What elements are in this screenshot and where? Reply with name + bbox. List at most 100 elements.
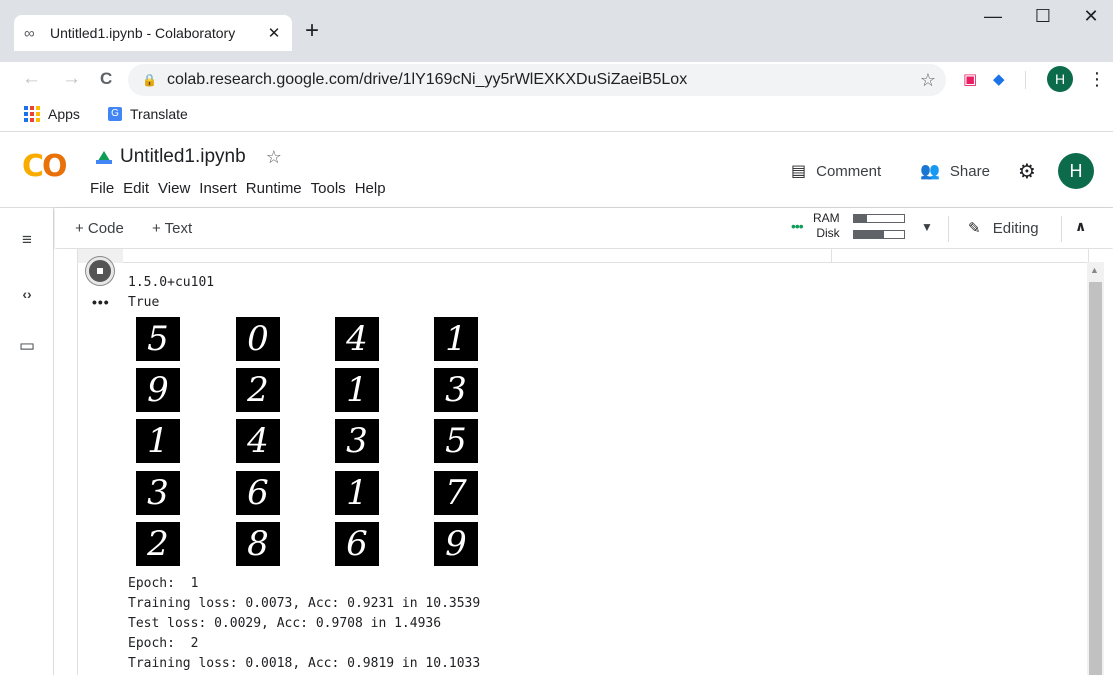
add-text-button[interactable]: + Text	[152, 220, 192, 237]
mnist-digit-image: 4	[335, 317, 379, 361]
editing-label: Editing	[992, 220, 1039, 237]
mnist-digit-image: 9	[434, 522, 478, 566]
colab-favicon-icon: ∞	[24, 24, 35, 42]
star-notebook-icon[interactable]: ☆	[266, 147, 282, 168]
extension-tv-icon[interactable]: ▣	[963, 70, 977, 90]
connected-status-icon: •••	[791, 218, 804, 234]
menu-help[interactable]: Help	[355, 180, 386, 197]
cell-split	[831, 249, 832, 263]
bookmark-translate-label: Translate	[130, 106, 188, 122]
settings-gear-icon[interactable]: ⚙	[1018, 159, 1036, 184]
notebook-toolbar: + Code + Text ••• RAM Disk ▼ ✎ Editing ∧	[55, 208, 1113, 248]
output-version: 1.5.0+cu101	[128, 275, 215, 290]
stop-cell-button[interactable]	[86, 257, 114, 285]
menu-tools[interactable]: Tools	[311, 180, 346, 197]
google-drive-icon	[96, 150, 112, 164]
menu-runtime[interactable]: Runtime	[246, 180, 302, 197]
forward-icon[interactable]: →	[62, 66, 81, 92]
notebook-title[interactable]: Untitled1.ipynb	[120, 146, 246, 168]
browser-profile-avatar[interactable]: H	[1047, 66, 1073, 92]
toolbar-divider	[1061, 216, 1062, 242]
log-line: Epoch: 1	[128, 576, 199, 591]
mnist-digit-image: 2	[236, 368, 280, 412]
table-of-contents-icon[interactable]: ≡	[0, 230, 54, 250]
left-sidebar: ≡ ‹› ▭	[0, 208, 54, 675]
notebook-area	[55, 249, 1113, 675]
mnist-digit-image: 7	[434, 471, 478, 515]
ram-usage-fill	[854, 215, 867, 222]
disk-usage-fill	[854, 231, 884, 238]
mnist-digit-image: 6	[236, 471, 280, 515]
close-window-button[interactable]: ✕	[1068, 6, 1113, 27]
colab-logo[interactable]: CO	[22, 149, 68, 184]
disk-usage-bar	[853, 230, 905, 239]
disk-label: Disk	[816, 226, 840, 240]
collapse-header-icon[interactable]: ∧	[1075, 218, 1086, 235]
bookmark-apps-label: Apps	[48, 106, 80, 122]
browser-toolbar: ← → C 🔒 colab.research.google.com/drive/…	[0, 62, 1113, 98]
browser-titlebar: ∞ Untitled1.ipynb - Colaboratory ✕ + — ☐…	[0, 0, 1113, 62]
add-code-button[interactable]: + Code	[75, 220, 124, 237]
mnist-digit-image: 4	[236, 419, 280, 463]
menu-view[interactable]: View	[158, 180, 190, 197]
mnist-digit-image: 5	[136, 317, 180, 361]
resource-labels: RAM Disk	[813, 211, 840, 241]
mnist-digit-image: 0	[236, 317, 280, 361]
apps-grid-icon	[24, 106, 40, 122]
share-button[interactable]: 👥 Share	[920, 161, 990, 181]
log-line: Epoch: 2	[128, 636, 199, 651]
comment-label: Comment	[816, 162, 882, 180]
mnist-digit-image: 9	[136, 368, 180, 412]
code-snippets-icon[interactable]: ‹›	[0, 286, 54, 302]
ram-label: RAM	[813, 211, 840, 225]
mnist-digit-image: 1	[335, 368, 379, 412]
ram-usage-bar	[853, 214, 905, 223]
browser-menu-icon[interactable]: ⋮	[1088, 66, 1106, 92]
browser-tab[interactable]: ∞ Untitled1.ipynb - Colaboratory ✕	[14, 15, 292, 51]
tab-title: Untitled1.ipynb - Colaboratory	[50, 25, 236, 41]
mnist-digit-image: 6	[335, 522, 379, 566]
pencil-icon: ✎	[968, 220, 981, 237]
log-line: Training loss: 0.0018, Acc: 0.9819 in 10…	[128, 656, 481, 671]
address-bar[interactable]: 🔒 colab.research.google.com/drive/1lY169…	[128, 64, 946, 96]
user-avatar[interactable]: H	[1058, 153, 1094, 189]
mnist-digit-image: 5	[434, 419, 478, 463]
menu-insert[interactable]: Insert	[199, 180, 237, 197]
colab-header: CO Untitled1.ipynb ☆ File Edit View Inse…	[0, 133, 1113, 208]
output-cuda: True	[128, 295, 160, 310]
mnist-digit-image: 1	[136, 419, 180, 463]
reload-icon[interactable]: C	[100, 66, 112, 92]
google-translate-icon: G	[108, 107, 122, 121]
scroll-up-arrow-icon[interactable]: ▲	[1090, 265, 1099, 275]
files-folder-icon[interactable]: ▭	[0, 336, 54, 356]
bookmark-apps[interactable]: Apps	[24, 106, 80, 122]
notebook-title-row: Untitled1.ipynb ☆	[96, 146, 282, 168]
bookmark-translate[interactable]: G Translate	[108, 106, 188, 122]
resources-dropdown-icon[interactable]: ▼	[921, 220, 933, 234]
cell-top-border	[78, 249, 1088, 263]
bookmark-star-icon[interactable]: ☆	[920, 70, 936, 91]
new-tab-button[interactable]: +	[305, 18, 319, 44]
share-label: Share	[949, 162, 990, 180]
minimize-button[interactable]: —	[970, 6, 1016, 27]
menu-file[interactable]: File	[90, 180, 114, 197]
toolbar-divider	[948, 216, 949, 242]
share-people-icon: 👥	[920, 163, 940, 180]
tab-close-icon[interactable]: ✕	[266, 24, 282, 42]
url-text: colab.research.google.com/drive/1lY169cN…	[166, 71, 688, 88]
menu-edit[interactable]: Edit	[123, 180, 149, 197]
mnist-digit-image: 1	[335, 471, 379, 515]
menu-bar: File Edit View Insert Runtime Tools Help	[90, 180, 395, 197]
screen: ∞ Untitled1.ipynb - Colaboratory ✕ + — ☐…	[0, 0, 1113, 675]
back-icon[interactable]: ←	[22, 66, 41, 92]
editing-mode-button[interactable]: ✎ Editing	[968, 219, 1039, 237]
scrollbar-thumb[interactable]	[1089, 282, 1102, 675]
comment-button[interactable]: ▤ Comment	[791, 161, 881, 181]
log-line: Test loss: 0.0029, Acc: 0.9708 in 1.4936	[128, 616, 442, 631]
code-cell[interactable]	[77, 249, 1089, 675]
maximize-button[interactable]: ☐	[1020, 6, 1066, 27]
mnist-digit-image: 3	[434, 368, 478, 412]
mnist-digit-image: 3	[136, 471, 180, 515]
output-actions-icon[interactable]: •••	[92, 294, 110, 310]
extension-cap-icon[interactable]: ◆	[993, 70, 1005, 90]
